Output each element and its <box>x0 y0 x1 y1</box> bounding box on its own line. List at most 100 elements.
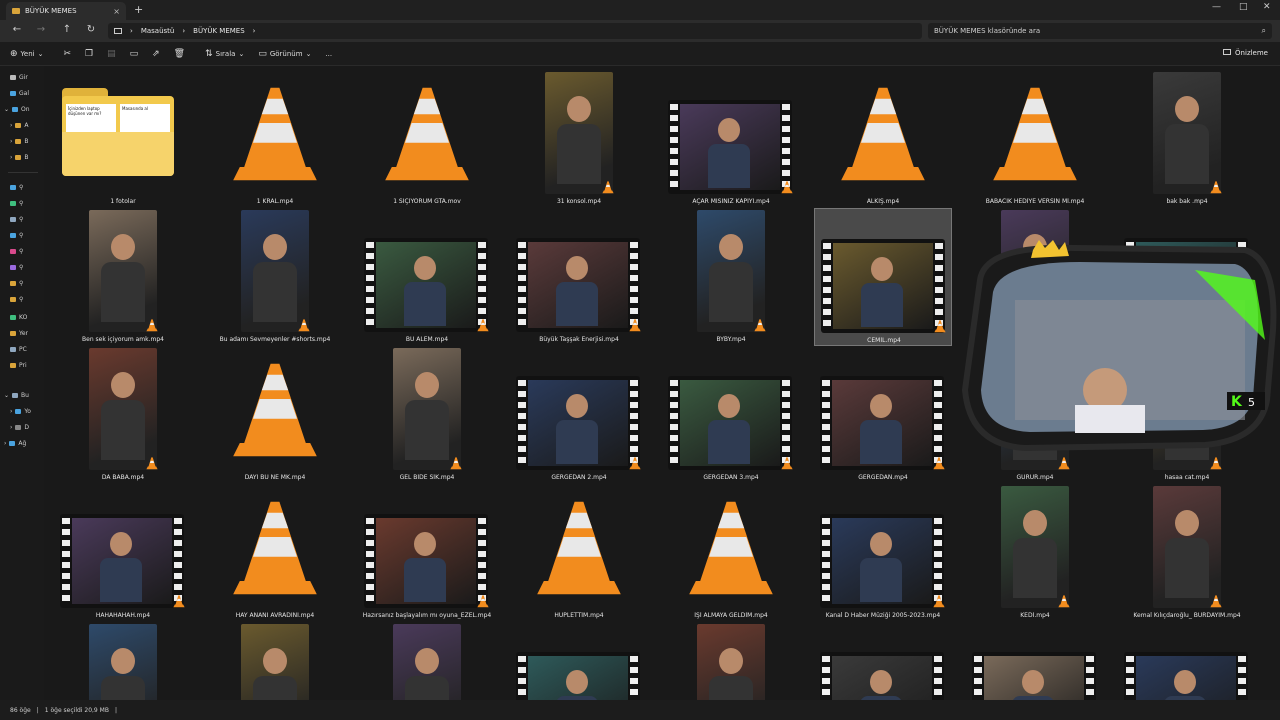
file-name: HUPLETTİM.mp4 <box>554 612 604 619</box>
forward-icon[interactable]: → <box>34 24 48 35</box>
sort-label: Sırala <box>215 49 236 58</box>
pin-icon: ⚲ <box>19 264 24 271</box>
sidebar-item-desktop[interactable]: ⚲ <box>10 184 23 191</box>
sidebar-item-ko[interactable]: KO <box>10 314 27 321</box>
pin-icon: ⚲ <box>19 216 24 223</box>
file-name: GERGEDAN.mp4 <box>858 474 908 481</box>
new-tab-button[interactable]: + <box>134 3 143 16</box>
search-input[interactable]: BÜYÜK MEMES klasöründe ara ⌕ <box>928 23 1272 39</box>
sidebar-item-yo[interactable]: › Yo <box>10 408 31 415</box>
sidebar-item-pc[interactable]: PC <box>10 346 27 353</box>
sort-icon: ⇅ <box>205 48 213 59</box>
vlc-icon <box>510 484 648 610</box>
file-name: GEL BİDE SİK.mp4 <box>399 474 455 481</box>
video-thumbnail <box>662 622 800 700</box>
up-icon[interactable]: ↑ <box>60 24 74 35</box>
video-thumbnail <box>510 622 648 700</box>
minimize-button[interactable]: — <box>1212 2 1221 12</box>
desktop-icon <box>10 185 16 190</box>
video-thumbnail <box>510 346 648 472</box>
pin-icon: ⚲ <box>19 232 24 239</box>
paste-icon[interactable]: ▤ <box>107 49 116 59</box>
sidebar-item-gallery[interactable]: Gal <box>10 90 29 97</box>
copy-icon[interactable]: ❐ <box>85 49 93 59</box>
delete-icon[interactable]: 🗑 <box>174 49 185 59</box>
sidebar-item-documents[interactable]: ⚲ <box>10 216 23 223</box>
video-thumbnail <box>510 208 648 334</box>
sidebar-item-folder2[interactable]: ⚲ <box>10 296 23 303</box>
file-name: CEMİL.mp4 <box>867 337 901 344</box>
chevron-down-icon: ⌄ <box>4 106 10 113</box>
folder-icon <box>15 123 22 128</box>
close-tab-icon[interactable]: × <box>113 7 120 16</box>
breadcrumb-desktop[interactable]: Masaüstü <box>141 27 175 35</box>
video-thumbnail <box>206 622 344 700</box>
file-name: 31 konsol.mp4 <box>556 198 602 205</box>
file-item[interactable]: CEMİL.mp4 <box>814 208 952 346</box>
sidebar-item-videos[interactable]: ⚲ <box>10 264 23 271</box>
video-thumbnail <box>662 346 800 472</box>
pin-icon: ⚲ <box>19 280 24 287</box>
maximize-button[interactable]: □ <box>1239 2 1248 12</box>
new-button[interactable]: ⊕ Yeni ⌄ <box>10 49 43 59</box>
pin-icon: ⚲ <box>19 296 24 303</box>
vlc-icon <box>206 70 344 196</box>
video-thumbnail <box>206 208 344 334</box>
sidebar-item-b1[interactable]: › B <box>10 138 29 145</box>
video-thumbnail <box>815 209 953 335</box>
sidebar-item-d[interactable]: › D <box>10 424 29 431</box>
file-name: KEDİ.mp4 <box>1020 612 1050 619</box>
sidebar-item-music[interactable]: ⚲ <box>10 248 23 255</box>
app-icon <box>10 315 16 320</box>
video-thumbnail <box>1118 70 1256 196</box>
video-thumbnail <box>1118 484 1256 610</box>
chevron-right-icon: › <box>10 138 13 145</box>
file-name: GERGEDAN 2.mp4 <box>551 474 607 481</box>
cut-icon[interactable]: ✂ <box>63 49 71 59</box>
separator: | <box>114 706 117 714</box>
video-thumbnail <box>662 70 800 196</box>
video-thumbnail <box>662 208 800 334</box>
view-button[interactable]: ▭ Görünüm ⌄ <box>258 49 311 59</box>
separator: | <box>36 706 39 714</box>
sidebar-item-home[interactable]: Gir <box>10 74 28 81</box>
sidebar-item-pictures[interactable]: ⚲ <box>10 232 23 239</box>
file-name: hasaa cat.mp4 <box>1164 474 1210 481</box>
chevron-down-icon: ⌄ <box>238 49 245 58</box>
file-name: BU ALEM.mp4 <box>405 336 449 343</box>
file-name: Büyük Taşşak Enerjisi.mp4 <box>539 336 619 343</box>
folder-preview-card: Masasında al <box>120 104 170 134</box>
video-thumbnail <box>510 70 648 196</box>
sidebar-item-network[interactable]: › Ağ <box>4 440 26 447</box>
video-thumbnail <box>54 208 192 334</box>
breadcrumb[interactable]: › Masaüstü › BÜYÜK MEMES › <box>108 23 922 39</box>
back-icon[interactable]: ← <box>10 24 24 35</box>
breadcrumb-folder[interactable]: BÜYÜK MEMES <box>193 27 245 35</box>
kick-logo: K <box>1231 394 1243 410</box>
navigation-pane: Gir Gal ⌄ On › A › B › B ⚲ ⚲ ⚲ ⚲ ⚲ ⚲ ⚲ ⚲ KO … <box>0 66 44 700</box>
rename-icon[interactable]: ▭ <box>130 49 139 59</box>
search-icon: ⌕ <box>1261 26 1266 35</box>
video-thumbnail <box>814 346 952 472</box>
sidebar-item-this-pc[interactable]: ⌄ Bu <box>4 392 29 399</box>
folder-icon <box>10 281 16 286</box>
more-options-button[interactable]: ... <box>325 50 332 58</box>
video-thumbnail <box>358 346 496 472</box>
refresh-icon[interactable]: ↻ <box>84 24 98 35</box>
sidebar-item-pri[interactable]: Pri <box>10 362 27 369</box>
file-name: Kemal Kılıçdaroğlu_ BURDAYIM.mp4 <box>1133 612 1241 619</box>
sidebar-item-downloads[interactable]: ⚲ <box>10 200 23 207</box>
sidebar-item-a[interactable]: › A <box>10 122 29 129</box>
preview-button[interactable]: Önizleme <box>1223 49 1268 57</box>
tab-title: BÜYÜK MEMES <box>25 7 77 15</box>
sidebar-item-folder1[interactable]: ⚲ <box>10 280 23 287</box>
chevron-right-icon: › <box>10 122 13 129</box>
sidebar-item-yer[interactable]: Yer <box>10 330 28 337</box>
vlc-icon <box>206 346 344 472</box>
sidebar-item-onedrive[interactable]: ⌄ On <box>4 106 30 113</box>
close-window-button[interactable]: ✕ <box>1263 2 1271 12</box>
tab-buyuk-memes[interactable]: BÜYÜK MEMES × <box>6 2 126 20</box>
sort-button[interactable]: ⇅ Sırala ⌄ <box>205 49 244 59</box>
sidebar-item-b2[interactable]: › B <box>10 154 29 161</box>
share-icon[interactable]: ⇗ <box>152 49 160 59</box>
